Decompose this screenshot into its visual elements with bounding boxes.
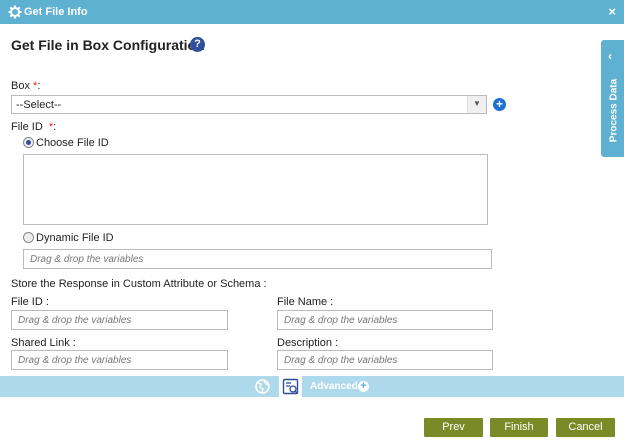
prev-button[interactable]: Prev	[424, 418, 483, 437]
gear-icon	[8, 5, 22, 19]
file-id-label-text: File ID	[11, 121, 43, 133]
dynamic-file-id-radio[interactable]	[23, 232, 34, 243]
box-label-text: Box	[11, 80, 30, 92]
box-label-colon: :	[37, 80, 41, 92]
advanced-tab-label[interactable]: Advanced	[310, 381, 358, 392]
box-select-value: --Select--	[16, 99, 62, 111]
store-file-name-placeholder: Drag & drop the variables	[284, 315, 398, 326]
process-data-label: Process Data	[608, 78, 620, 143]
store-file-id-label: File ID :	[11, 296, 49, 308]
store-response-heading: Store the Response in Custom Attribute o…	[11, 278, 267, 290]
configuration-tab-icon	[282, 378, 299, 395]
dynamic-file-id-input[interactable]: Drag & drop the variables	[23, 249, 492, 269]
dropdown-arrow[interactable]: ▼	[467, 96, 486, 113]
dynamic-file-id-placeholder: Drag & drop the variables	[30, 254, 144, 265]
store-file-id-placeholder: Drag & drop the variables	[18, 315, 132, 326]
chevron-left-icon: ‹	[608, 49, 612, 63]
store-shared-link-label: Shared Link :	[11, 337, 76, 349]
store-file-name-input[interactable]: Drag & drop the variables	[277, 310, 493, 330]
add-box-button[interactable]: +	[493, 98, 506, 111]
finish-button[interactable]: Finish	[490, 418, 548, 437]
cancel-button[interactable]: Cancel	[556, 418, 615, 437]
chevron-down-icon: ▼	[473, 99, 481, 108]
store-description-placeholder: Drag & drop the variables	[284, 355, 398, 366]
store-description-label: Description :	[277, 337, 339, 349]
help-icon[interactable]: ?	[190, 37, 205, 52]
window-titlebar: Get File Info ×	[0, 0, 624, 24]
file-id-label: File ID *:	[11, 121, 56, 133]
globe-icon[interactable]	[254, 378, 271, 395]
window-title: Get File Info	[24, 6, 88, 18]
file-id-textarea[interactable]	[23, 154, 488, 225]
store-file-name-label: File Name :	[277, 296, 334, 308]
page-title: Get File in Box Configuration	[11, 37, 205, 53]
close-icon[interactable]: ×	[608, 4, 616, 19]
box-label: Box *:	[11, 80, 40, 92]
choose-file-id-label: Choose File ID	[36, 137, 109, 149]
dynamic-file-id-label: Dynamic File ID	[36, 232, 114, 244]
store-shared-link-placeholder: Drag & drop the variables	[18, 355, 132, 366]
choose-file-id-radio[interactable]	[23, 137, 34, 148]
store-file-id-input[interactable]: Drag & drop the variables	[11, 310, 228, 330]
process-data-panel[interactable]: ‹ Process Data	[601, 40, 624, 157]
store-shared-link-input[interactable]: Drag & drop the variables	[11, 350, 228, 370]
configuration-tab[interactable]	[279, 376, 302, 397]
box-select[interactable]: --Select-- ▼	[11, 95, 487, 114]
store-description-input[interactable]: Drag & drop the variables	[277, 350, 493, 370]
advanced-plus-icon[interactable]: +	[358, 381, 369, 392]
file-id-label-colon: :	[53, 121, 57, 133]
